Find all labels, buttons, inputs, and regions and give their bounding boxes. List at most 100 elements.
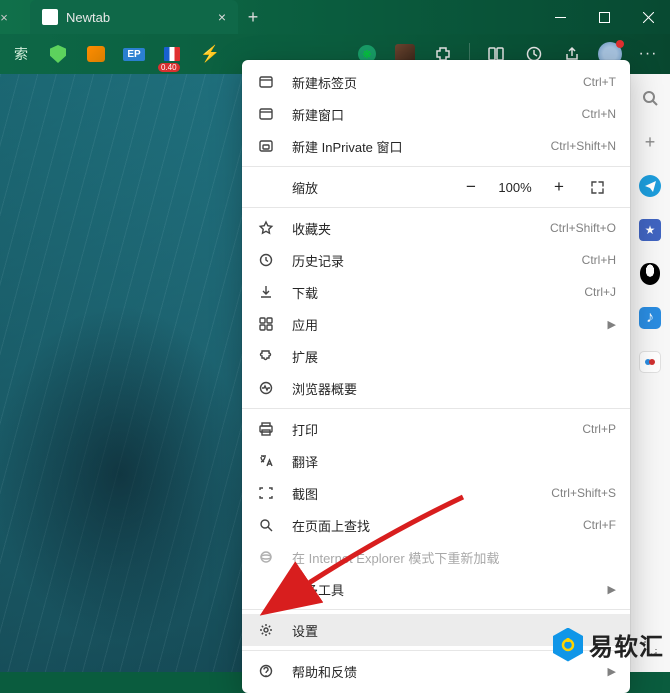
menu-label: 在页面上查找 bbox=[292, 516, 583, 535]
right-sidebar: + ★ ♪ bbox=[630, 74, 670, 672]
extension-badge: 0.40 bbox=[158, 63, 180, 72]
menu-separator bbox=[242, 207, 630, 208]
find-icon bbox=[258, 517, 282, 533]
menu-label: 扩展 bbox=[292, 347, 616, 366]
new-tab-button[interactable]: + bbox=[238, 7, 268, 28]
star-icon bbox=[258, 220, 282, 236]
menu-find[interactable]: 在页面上查找 Ctrl+F bbox=[242, 509, 630, 541]
active-tab[interactable]: Newtab × bbox=[30, 0, 238, 34]
menu-label: 历史记录 bbox=[292, 251, 582, 270]
menu-label: 截图 bbox=[292, 484, 551, 503]
menu-shortcut: Ctrl+T bbox=[583, 75, 616, 89]
menu-label: 翻译 bbox=[292, 452, 616, 471]
watermark-text: 易软汇 bbox=[589, 627, 664, 662]
menu-translate[interactable]: 翻译 bbox=[242, 445, 630, 477]
menu-zoom-row: 缩放 − 100% + bbox=[242, 171, 630, 203]
sidebar-add-icon[interactable]: + bbox=[636, 128, 664, 156]
watermark-logo-icon bbox=[553, 628, 583, 662]
menu-downloads[interactable]: 下载 Ctrl+J bbox=[242, 276, 630, 308]
menu-label: 应用 bbox=[292, 315, 608, 334]
shield-icon[interactable] bbox=[42, 38, 74, 70]
download-icon bbox=[258, 284, 282, 300]
zoom-value: 100% bbox=[490, 180, 540, 195]
menu-shortcut: Ctrl+Shift+S bbox=[551, 486, 616, 500]
menu-separator bbox=[242, 166, 630, 167]
close-window-button[interactable] bbox=[626, 2, 670, 32]
chevron-right-icon: ▶ bbox=[608, 665, 616, 678]
menu-label: 收藏夹 bbox=[292, 219, 550, 238]
translate-icon bbox=[258, 453, 282, 469]
sidebar-search-icon[interactable] bbox=[636, 84, 664, 112]
menu-shortcut: Ctrl+P bbox=[582, 422, 616, 436]
chevron-right-icon: ▶ bbox=[608, 318, 616, 331]
menu-new-window[interactable]: 新建窗口 Ctrl+N bbox=[242, 98, 630, 130]
menu-shortcut: Ctrl+F bbox=[583, 518, 616, 532]
search-label: 索 bbox=[6, 44, 36, 64]
zoom-in-button[interactable]: + bbox=[540, 173, 578, 201]
inprivate-icon bbox=[258, 138, 282, 154]
minimize-button[interactable] bbox=[538, 2, 582, 32]
help-icon bbox=[258, 663, 282, 679]
history-icon bbox=[258, 252, 282, 268]
ie-icon bbox=[258, 549, 282, 565]
flag-extension-icon[interactable]: 0.40 bbox=[156, 38, 188, 70]
menu-separator bbox=[242, 609, 630, 610]
menu-screenshot[interactable]: 截图 Ctrl+Shift+S bbox=[242, 477, 630, 509]
menu-history[interactable]: 历史记录 Ctrl+H bbox=[242, 244, 630, 276]
tab-bar: × Newtab × + bbox=[0, 0, 670, 34]
menu-label: 新建 InPrivate 窗口 bbox=[292, 137, 551, 156]
pulse-icon bbox=[258, 380, 282, 396]
menu-new-tab[interactable]: 新建标签页 Ctrl+T bbox=[242, 66, 630, 98]
menu-label: 下载 bbox=[292, 283, 584, 302]
menu-separator bbox=[242, 408, 630, 409]
window-controls bbox=[538, 2, 670, 32]
runner-extension-icon[interactable]: ⚡ bbox=[194, 38, 226, 70]
tab-close-icon[interactable]: × bbox=[218, 9, 226, 25]
settings-menu: 新建标签页 Ctrl+T 新建窗口 Ctrl+N 新建 InPrivate 窗口… bbox=[242, 60, 630, 693]
tab-title: Newtab bbox=[66, 10, 110, 25]
zoom-out-button[interactable]: − bbox=[452, 173, 490, 201]
fox-extension-icon[interactable] bbox=[80, 38, 112, 70]
new-tab-icon bbox=[258, 74, 282, 90]
sidebar-cloud-icon[interactable] bbox=[636, 348, 664, 376]
menu-label: 新建窗口 bbox=[292, 105, 582, 124]
puzzle-icon bbox=[258, 348, 282, 364]
menu-shortcut: Ctrl+Shift+N bbox=[551, 139, 616, 153]
menu-ie-mode: 在 Internet Explorer 模式下重新加载 bbox=[242, 541, 630, 573]
menu-favorites[interactable]: 收藏夹 Ctrl+Shift+O bbox=[242, 212, 630, 244]
chevron-right-icon: ▶ bbox=[608, 583, 616, 596]
ep-extension-icon[interactable]: EP bbox=[118, 38, 150, 70]
watermark: 易软汇 bbox=[553, 627, 664, 662]
menu-shortcut: Ctrl+J bbox=[584, 285, 616, 299]
maximize-button[interactable] bbox=[582, 2, 626, 32]
menu-shortcut: Ctrl+N bbox=[582, 107, 616, 121]
tab-close-prev[interactable]: × bbox=[0, 2, 8, 32]
sidebar-penguin-icon[interactable] bbox=[636, 260, 664, 288]
menu-label: 更多工具 bbox=[292, 580, 608, 599]
menu-essentials[interactable]: 浏览器概要 bbox=[242, 372, 630, 404]
menu-apps[interactable]: 应用 ▶ bbox=[242, 308, 630, 340]
sidebar-music-icon[interactable]: ♪ bbox=[636, 304, 664, 332]
zoom-label: 缩放 bbox=[292, 178, 318, 197]
screenshot-icon bbox=[258, 485, 282, 501]
menu-label: 浏览器概要 bbox=[292, 379, 616, 398]
fullscreen-button[interactable] bbox=[578, 173, 616, 201]
menu-new-inprivate[interactable]: 新建 InPrivate 窗口 Ctrl+Shift+N bbox=[242, 130, 630, 162]
gear-icon bbox=[258, 622, 282, 638]
menu-label: 打印 bbox=[292, 420, 582, 439]
new-window-icon bbox=[258, 106, 282, 122]
menu-label: 在 Internet Explorer 模式下重新加载 bbox=[292, 548, 616, 567]
more-button[interactable]: ··· bbox=[632, 38, 664, 70]
tab-favicon bbox=[42, 9, 58, 25]
sidebar-telegram-icon[interactable] bbox=[636, 172, 664, 200]
menu-print[interactable]: 打印 Ctrl+P bbox=[242, 413, 630, 445]
notification-dot bbox=[616, 40, 624, 48]
menu-shortcut: Ctrl+H bbox=[582, 253, 616, 267]
menu-more-tools[interactable]: 更多工具 ▶ bbox=[242, 573, 630, 605]
apps-icon bbox=[258, 316, 282, 332]
print-icon bbox=[258, 421, 282, 437]
menu-label: 新建标签页 bbox=[292, 73, 583, 92]
sidebar-star-app-icon[interactable]: ★ bbox=[636, 216, 664, 244]
menu-extensions[interactable]: 扩展 bbox=[242, 340, 630, 372]
menu-label: 帮助和反馈 bbox=[292, 662, 608, 681]
